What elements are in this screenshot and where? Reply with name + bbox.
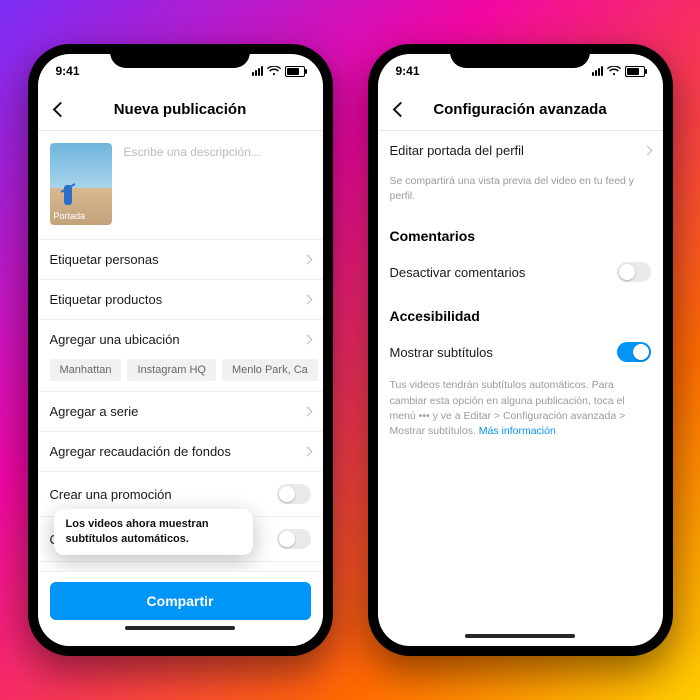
page-title: Nueva publicación [114,101,247,118]
back-button[interactable] [386,88,416,130]
notch [450,44,590,68]
comments-header: Comentarios [378,214,663,250]
battery-icon [285,66,305,77]
body-right: Editar portada del perfil Se compartirá … [378,131,663,628]
share-button[interactable]: Compartir [50,582,311,620]
stage: 9:41 Nueva publicación Portada Escr [0,0,700,700]
phone-left: 9:41 Nueva publicación Portada Escr [28,44,333,656]
add-series-row[interactable]: Agregar a serie [38,391,323,431]
show-captions-row[interactable]: Mostrar subtítulos [378,330,663,374]
truncated-toggle[interactable] [277,529,311,549]
back-button[interactable] [46,88,76,130]
captions-subtitle: Tus videos tendrán subtítulos automático… [378,374,663,449]
signal-icon [592,66,603,76]
show-captions-toggle[interactable] [617,342,651,362]
row-label: Etiquetar productos [50,292,163,307]
chevron-left-icon [53,101,69,117]
bottom-bar: Compartir [38,571,323,646]
chevron-left-icon [393,101,409,117]
wifi-icon [267,66,281,76]
accessibility-header: Accesibilidad [378,294,663,330]
captions-tooltip: Los videos ahora muestran subtítulos aut… [54,509,253,555]
edit-cover-row[interactable]: Editar portada del perfil [378,131,663,170]
chevron-right-icon [302,295,312,305]
status-right [252,66,305,77]
status-time: 9:41 [56,64,80,78]
notch [110,44,250,68]
home-indicator [125,626,235,630]
add-location-row[interactable]: Agregar una ubicación [38,319,323,359]
header: Nueva publicación [38,88,323,131]
row-label: Agregar recaudación de fondos [50,444,231,459]
cover-label: Portada [50,211,90,225]
row-label: Crear una promoción [50,487,172,502]
location-chip[interactable]: Menlo Park, Ca [222,359,318,381]
disable-comments-toggle[interactable] [617,262,651,282]
cover-thumbnail[interactable]: Portada [50,143,112,225]
screen-left: 9:41 Nueva publicación Portada Escr [38,54,323,646]
row-label: Desactivar comentarios [390,265,526,280]
page-title: Configuración avanzada [433,101,606,118]
promo-toggle[interactable] [277,484,311,504]
tag-people-row[interactable]: Etiquetar personas [38,239,323,279]
header: Configuración avanzada [378,88,663,131]
wifi-icon [607,66,621,76]
disable-comments-row[interactable]: Desactivar comentarios [378,250,663,294]
chevron-right-icon [302,407,312,417]
row-label: Agregar una ubicación [50,332,180,347]
body-left: Portada Escribe una descripción... Etiqu… [38,131,323,571]
tag-products-row[interactable]: Etiquetar productos [38,279,323,319]
location-chip[interactable]: Manhattan [50,359,122,381]
caption-row: Portada Escribe una descripción... [38,131,323,239]
chevron-right-icon [302,447,312,457]
caption-input[interactable]: Escribe una descripción... [124,143,261,225]
signal-icon [252,66,263,76]
add-fundraiser-row[interactable]: Agregar recaudación de fondos [38,431,323,471]
screen-right: 9:41 Configuración avanzada Editar porta… [378,54,663,646]
advanced-settings-row[interactable]: Configuración avanzada [38,561,323,571]
location-chip[interactable]: Instagram HQ [127,359,215,381]
edit-cover-subtitle: Se compartirá una vista previa del video… [378,170,663,214]
row-label: Editar portada del perfil [390,143,524,158]
status-right [592,66,645,77]
chevron-right-icon [302,255,312,265]
battery-icon [625,66,645,77]
chevron-right-icon [642,146,652,156]
location-chips: Manhattan Instagram HQ Menlo Park, Ca [38,359,323,391]
row-label: Mostrar subtítulos [390,345,493,360]
chevron-right-icon [302,335,312,345]
phone-right: 9:41 Configuración avanzada Editar porta… [368,44,673,656]
home-indicator [465,634,575,638]
status-time: 9:41 [396,64,420,78]
row-label: Etiquetar personas [50,252,159,267]
row-label: Agregar a serie [50,404,139,419]
more-info-link[interactable]: Más información [479,425,556,437]
